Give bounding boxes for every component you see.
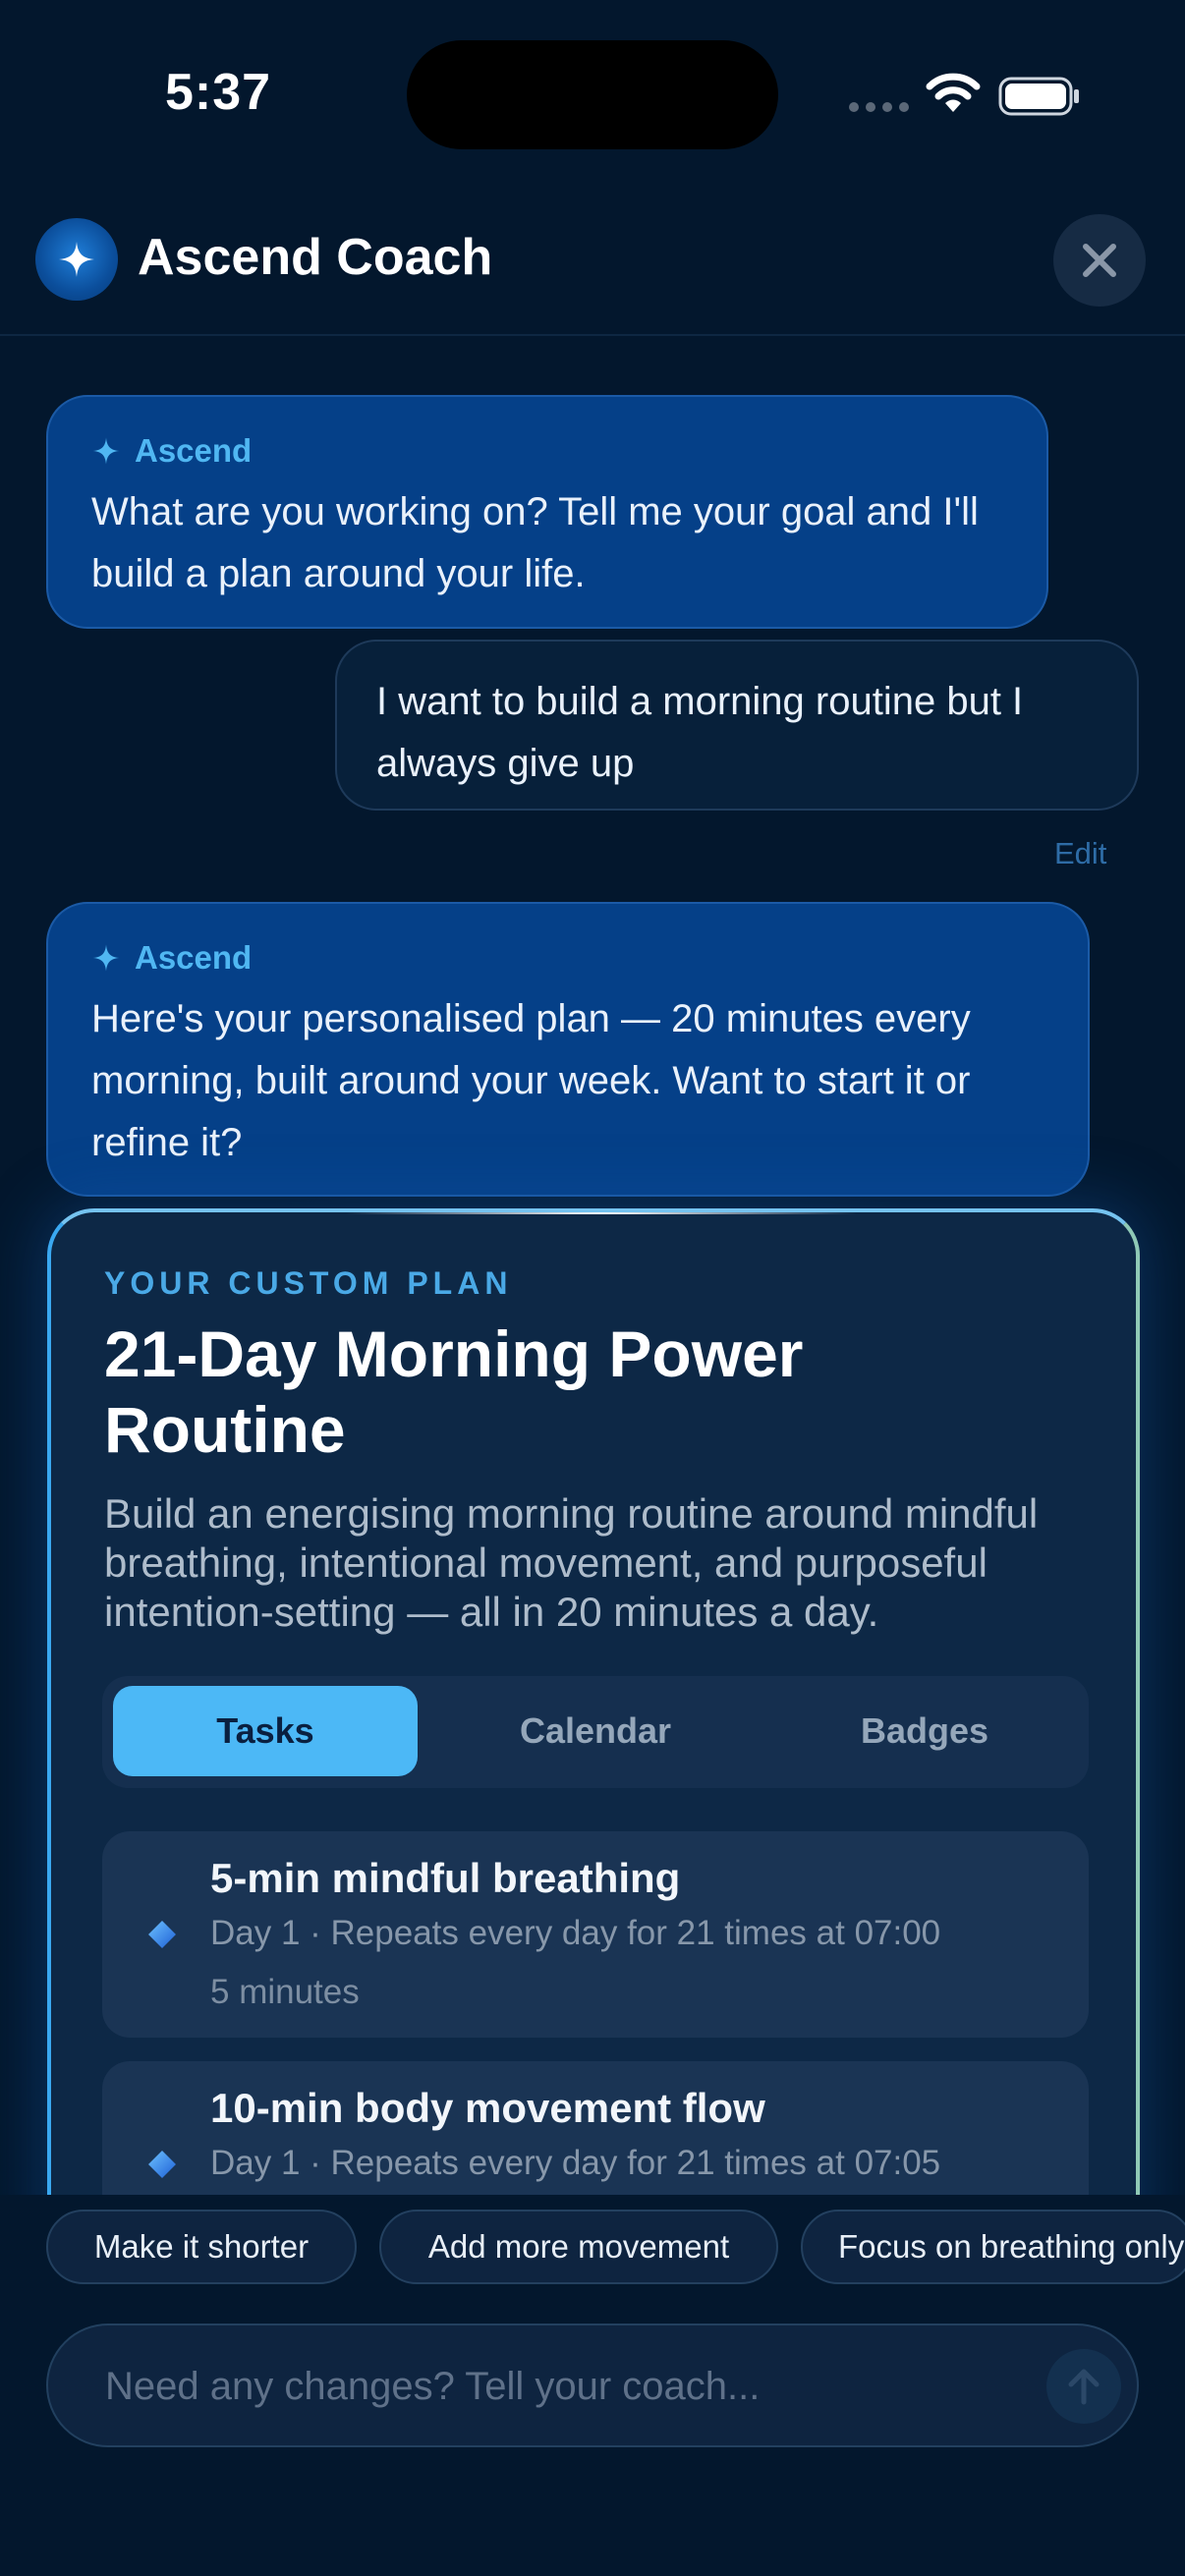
diamond-icon xyxy=(148,1921,176,1948)
message-text: I want to build a morning routine but I … xyxy=(376,680,1024,785)
message-composer xyxy=(46,2324,1139,2447)
coach-avatar xyxy=(35,218,118,301)
status-time: 5:37 xyxy=(165,64,272,121)
sparkle-icon xyxy=(92,437,120,465)
card-highlight xyxy=(346,1212,857,1214)
coach-message: Ascend What are you working on? Tell me … xyxy=(46,395,1048,629)
message-sender: Ascend xyxy=(91,432,1003,470)
message-input[interactable] xyxy=(105,2353,970,2420)
wifi-icon xyxy=(926,73,981,112)
plan-eyebrow: YOUR CUSTOM PLAN xyxy=(104,1265,513,1301)
send-button[interactable] xyxy=(1046,2349,1121,2424)
cellular-signal-icon xyxy=(849,102,909,112)
diamond-icon xyxy=(148,2151,176,2178)
arrow-up-icon xyxy=(1068,2369,1100,2405)
task-duration: 5 minutes xyxy=(210,1973,360,2011)
tab-badges[interactable]: Badges xyxy=(772,1686,1077,1776)
battery-icon xyxy=(998,77,1079,116)
page-title: Ascend Coach xyxy=(138,229,493,286)
sender-name: Ascend xyxy=(135,939,253,976)
tab-calendar[interactable]: Calendar xyxy=(443,1686,748,1776)
task-title: 10-min body movement flow xyxy=(210,2085,765,2131)
task-item[interactable]: 5-min mindful breathing Day 1 · Repeats … xyxy=(102,1831,1089,2038)
task-title: 5-min mindful breathing xyxy=(210,1855,681,1901)
suggestion-chip[interactable]: Make it shorter xyxy=(46,2210,357,2284)
message-sender: Ascend xyxy=(91,939,1044,977)
suggestion-chip[interactable]: Focus on breathing only xyxy=(801,2210,1185,2284)
task-schedule: Day 1 · Repeats every day for 21 times a… xyxy=(210,1914,941,1952)
plan-description: Build an energising morning routine arou… xyxy=(104,1490,1039,1635)
plan-title: 21-Day Morning Power Routine xyxy=(104,1317,804,1466)
close-button[interactable] xyxy=(1053,214,1146,307)
coach-message: Ascend Here's your personalised plan — 2… xyxy=(46,902,1090,1197)
dynamic-island xyxy=(407,40,778,149)
app-screen: 5:37 Ascend Coach Ascend What are you wo… xyxy=(0,0,1185,2576)
suggestion-chip[interactable]: Add more movement xyxy=(379,2210,778,2284)
edit-message-link[interactable]: Edit xyxy=(1054,836,1106,871)
status-bar: 5:37 xyxy=(0,0,1185,196)
close-icon xyxy=(1083,244,1116,277)
plan-tabs: Tasks Calendar Badges xyxy=(102,1676,1089,1788)
sparkle-icon xyxy=(92,944,120,972)
tab-tasks[interactable]: Tasks xyxy=(113,1686,418,1776)
sparkle-icon xyxy=(59,242,94,277)
sender-name: Ascend xyxy=(135,432,253,469)
message-text: What are you working on? Tell me your go… xyxy=(91,490,979,595)
user-message[interactable]: I want to build a morning routine but I … xyxy=(335,640,1139,811)
task-schedule: Day 1 · Repeats every day for 21 times a… xyxy=(210,2144,941,2182)
message-text: Here's your personalised plan — 20 minut… xyxy=(91,997,971,1164)
